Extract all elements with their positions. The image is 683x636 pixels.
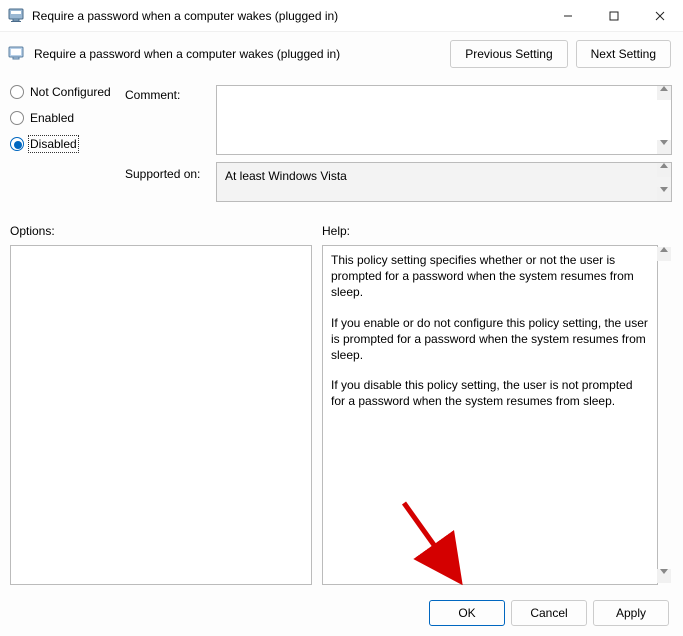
comment-label: Comment: [125, 88, 180, 102]
radio-disabled[interactable]: Disabled [10, 137, 111, 151]
dialog-buttons: OK Cancel Apply [429, 600, 669, 626]
close-button[interactable] [637, 0, 683, 31]
radio-icon [10, 111, 24, 125]
cancel-button[interactable]: Cancel [511, 600, 587, 626]
window-title: Require a password when a computer wakes… [32, 9, 545, 23]
supported-on-label: Supported on: [125, 167, 200, 181]
comment-textarea[interactable] [216, 85, 672, 155]
help-box: This policy setting specifies whether or… [322, 245, 658, 585]
comment-scroll-down[interactable] [657, 140, 671, 154]
apply-button[interactable]: Apply [593, 600, 669, 626]
radio-label: Enabled [30, 111, 74, 125]
help-scroll-up[interactable] [657, 247, 671, 261]
radio-not-configured[interactable]: Not Configured [10, 85, 111, 99]
radio-icon [10, 85, 24, 99]
minimize-button[interactable] [545, 0, 591, 31]
radio-enabled[interactable]: Enabled [10, 111, 111, 125]
help-paragraph: If you enable or do not configure this p… [331, 315, 649, 364]
app-icon [8, 8, 24, 24]
system-buttons [545, 0, 683, 31]
help-paragraph: If you disable this policy setting, the … [331, 377, 649, 409]
previous-setting-button[interactable]: Previous Setting [450, 40, 567, 68]
policy-state-radios: Not Configured Enabled Disabled [10, 85, 111, 151]
policy-header: Require a password when a computer wakes… [0, 32, 683, 72]
supported-scroll-up[interactable] [657, 163, 671, 177]
supported-on-box: At least Windows Vista [216, 162, 672, 202]
help-label: Help: [322, 224, 350, 238]
next-setting-button[interactable]: Next Setting [576, 40, 671, 68]
radio-label: Disabled [30, 137, 77, 151]
title-bar: Require a password when a computer wakes… [0, 0, 683, 32]
radio-icon [10, 137, 24, 151]
supported-scroll-down[interactable] [657, 187, 671, 201]
policy-icon [8, 45, 26, 63]
ok-button[interactable]: OK [429, 600, 505, 626]
comment-scroll-up[interactable] [657, 86, 671, 100]
help-paragraph: This policy setting specifies whether or… [331, 252, 649, 301]
options-label: Options: [10, 224, 55, 238]
maximize-button[interactable] [591, 0, 637, 31]
policy-title: Require a password when a computer wakes… [34, 47, 442, 61]
help-scroll-down[interactable] [657, 569, 671, 583]
radio-label: Not Configured [30, 85, 111, 99]
options-box [10, 245, 312, 585]
